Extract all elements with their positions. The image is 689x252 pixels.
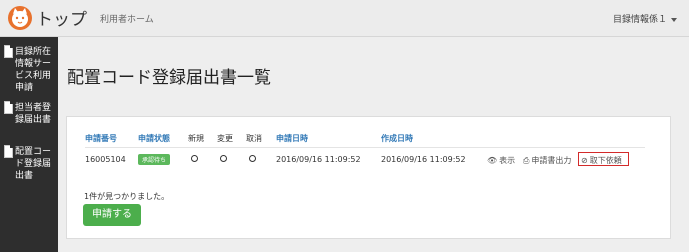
caret-down-icon (671, 17, 677, 22)
header-divider (85, 147, 645, 148)
apply-button[interactable]: 申請する (83, 204, 141, 226)
cat-logo-icon[interactable] (8, 6, 32, 30)
col-header-app-date[interactable]: 申請日時 (276, 133, 308, 144)
document-icon (4, 101, 13, 114)
view-label: 表示 (499, 156, 516, 165)
sidebar-item-staff-registration[interactable]: 担当者登録届出書 (2, 101, 58, 127)
brand-title[interactable]: トップ (36, 5, 87, 30)
col-header-status[interactable]: 申請状態 (138, 133, 170, 144)
sidebar-item-label: 目録所在情報サービス利用申請 (15, 47, 52, 93)
results-panel: 申請番号 申請状態 新規 変更 取消 申請日時 作成日時 16005104 承認… (66, 116, 671, 239)
top-navbar: トップ 利用者ホーム 目録情報係１ (0, 0, 689, 37)
col-header-app-no[interactable]: 申請番号 (85, 133, 117, 144)
cell-app-date: 2016/09/16 11:09:52 (276, 155, 361, 164)
status-badge: 承認待ち (138, 154, 171, 165)
sidebar-item-label: 担当者登録届出書 (15, 103, 52, 125)
withdraw-highlight-box (578, 152, 629, 166)
col-header-created-date[interactable]: 作成日時 (381, 133, 413, 144)
page-title: 配置コード登録届出書一覧 (67, 68, 271, 87)
user-menu-label: 目録情報係１ (612, 15, 667, 25)
col-header-cancel: 取消 (246, 134, 262, 143)
col-header-new: 新規 (188, 134, 204, 143)
cell-app-no: 16005104 (85, 155, 126, 164)
view-link[interactable]: 👁 表示 (487, 155, 515, 166)
print-link[interactable]: ⎙ 申請書出力 (523, 155, 571, 166)
change-mark-circle (220, 155, 227, 162)
new-mark-circle (191, 155, 198, 162)
sidebar-item-label: 配置コード登録届出書 (15, 147, 52, 181)
col-header-change: 変更 (217, 134, 233, 143)
sidebar-item-location-code[interactable]: 配置コード登録届出書 (2, 145, 58, 193)
print-label: 申請書出力 (531, 156, 572, 165)
result-count: 1件が見つかりました。 (84, 192, 170, 201)
cancel-mark-circle (249, 155, 256, 162)
document-icon (4, 45, 13, 58)
sidebar-item-catalog-service[interactable]: 目録所在情報サービス利用申請 (2, 45, 58, 93)
eye-icon: 👁 (487, 156, 498, 165)
user-menu-dropdown[interactable]: 目録情報係１ (613, 12, 677, 25)
sidebar: 目録所在情報サービス利用申請 担当者登録届出書 配置コード登録届出書 (0, 37, 58, 252)
nav-user-home[interactable]: 利用者ホーム (100, 12, 154, 25)
cell-created-date: 2016/09/16 11:09:52 (381, 155, 466, 164)
document-icon (4, 145, 13, 158)
printer-icon: ⎙ (523, 156, 530, 165)
